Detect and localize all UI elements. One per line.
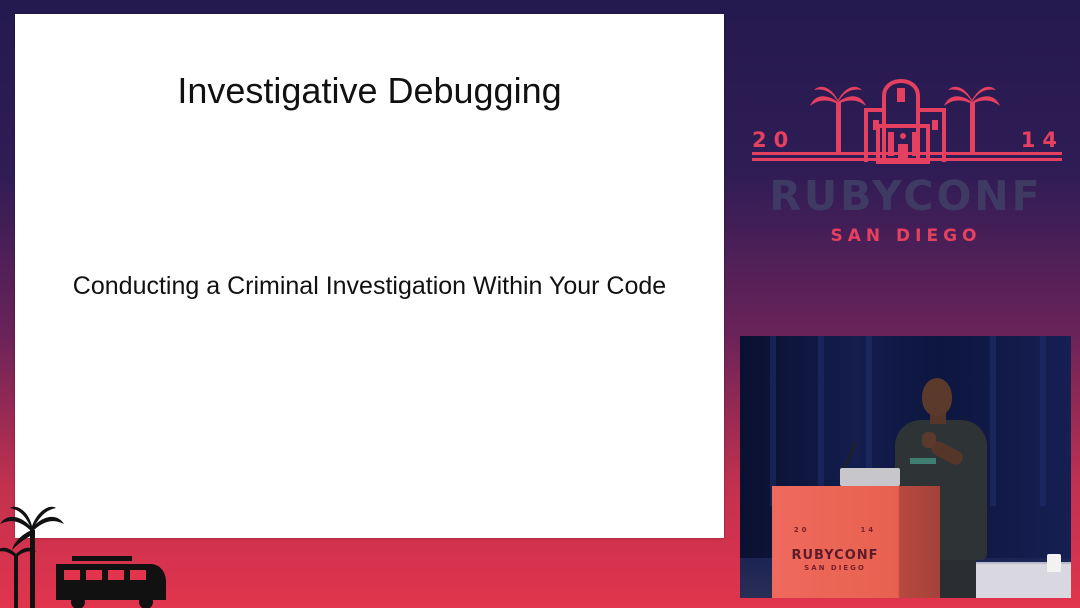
podium-logo: 20 14 RUBYCONF SAN DIEGO — [780, 526, 890, 572]
slide-subtitle: Conducting a Criminal Investigation With… — [72, 272, 667, 300]
podium-conference-name: RUBYCONF — [791, 548, 879, 563]
palm-tree-bus-icon — [0, 506, 166, 608]
conference-logo: 20 14 RUBYCONF SAN DIEGO — [748, 66, 1064, 251]
water-cup — [1047, 554, 1061, 572]
slide-title: Investigative Debugging — [177, 70, 562, 111]
logo-city: SAN DIEGO — [830, 226, 982, 246]
speaker-hand — [922, 432, 936, 448]
podium-year-right: 14 — [860, 526, 877, 534]
laptop — [840, 468, 900, 486]
logo-year-right: 14 — [1020, 128, 1064, 152]
speaker-video: 20 14 RUBYCONF SAN DIEGO — [740, 336, 1071, 598]
podium-city: SAN DIEGO — [804, 564, 866, 572]
podium-year-left: 20 — [793, 526, 810, 534]
shirt-print — [910, 458, 936, 464]
mission-building-icon — [752, 79, 1062, 164]
logo-year-left: 20 — [752, 128, 796, 152]
presentation-slide: Investigative Debugging Conducting a Cri… — [15, 14, 724, 538]
podium: 20 14 RUBYCONF SAN DIEGO — [772, 486, 940, 598]
logo-conference-name: RUBYCONF — [769, 172, 1043, 220]
speaker-head — [922, 378, 952, 416]
